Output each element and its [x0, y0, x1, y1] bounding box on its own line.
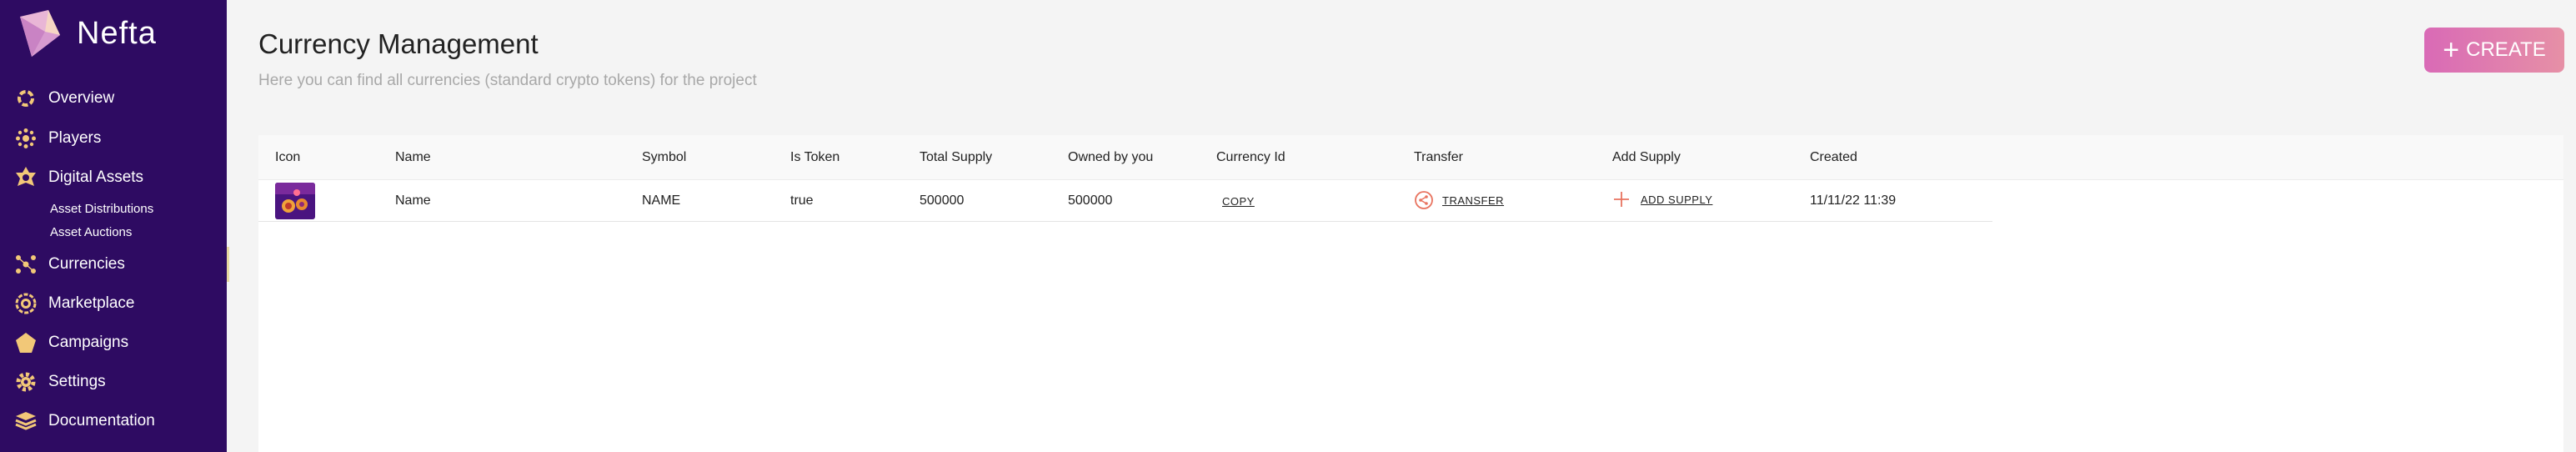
column-header-owned-by-you: Owned by you [1068, 150, 1154, 164]
sidebar-item-currencies[interactable]: Currencies [13, 249, 125, 279]
sidebar: Nefta Overview Players Digital Assets As… [0, 0, 227, 452]
currencies-icon [13, 252, 38, 277]
column-header-total-supply: Total Supply [920, 150, 993, 164]
campaigns-icon [13, 330, 38, 355]
sidebar-item-label: Players [48, 129, 102, 147]
sidebar-item-label: Marketplace [48, 294, 135, 312]
digital-assets-icon [13, 165, 38, 190]
add-supply-link[interactable]: ADD SUPPLY [1612, 190, 1712, 208]
copy-currency-id-link[interactable]: COPY [1222, 195, 1255, 208]
currency-table: Icon Name Symbol Is Token Total Supply O… [258, 135, 2563, 452]
currency-created: 11/11/22 11:39 [1810, 193, 1897, 208]
players-icon [13, 126, 38, 151]
column-header-is-token: Is Token [790, 150, 840, 164]
settings-icon [13, 369, 38, 394]
sidebar-subitem-asset-auctions[interactable]: Asset Auctions [50, 225, 132, 239]
column-header-symbol: Symbol [642, 150, 687, 164]
currency-token-icon [275, 183, 315, 219]
sidebar-item-label: Overview [48, 89, 115, 107]
sidebar-item-label: Documentation [48, 412, 155, 429]
plus-icon [1614, 192, 1629, 207]
sidebar-item-settings[interactable]: Settings [13, 367, 106, 397]
plus-icon: + [2443, 34, 2460, 66]
create-button[interactable]: + CREATE [2424, 28, 2564, 73]
column-header-currency-id: Currency Id [1216, 150, 1285, 164]
table-row[interactable]: Name NAME true 500000 500000 COPY TRANSF… [258, 180, 1992, 222]
currency-is-token: true [790, 193, 814, 208]
sidebar-item-label: Campaigns [48, 334, 129, 351]
sidebar-item-overview[interactable]: Overview [13, 83, 114, 113]
transfer-link[interactable]: TRANSFER [1414, 190, 1504, 210]
column-header-transfer: Transfer [1414, 150, 1463, 164]
documentation-icon [13, 409, 38, 434]
sidebar-item-documentation[interactable]: Documentation [13, 406, 155, 436]
sidebar-subitem-asset-distributions[interactable]: Asset Distributions [50, 202, 153, 216]
marketplace-icon [13, 291, 38, 316]
sidebar-item-digital-assets[interactable]: Digital Assets [13, 163, 143, 193]
currency-name: Name [395, 193, 431, 208]
column-header-add-supply: Add Supply [1612, 150, 1681, 164]
add-supply-label: ADD SUPPLY [1641, 193, 1713, 206]
nefta-logo-icon [20, 10, 60, 57]
column-header-created: Created [1810, 150, 1857, 164]
sidebar-item-label: Digital Assets [48, 168, 144, 186]
page-title: Currency Management [258, 28, 539, 59]
sidebar-item-label: Settings [48, 373, 106, 390]
column-header-icon: Icon [275, 150, 301, 164]
page-subtitle: Here you can find all currencies (standa… [258, 72, 757, 89]
brand-logo[interactable]: Nefta [15, 7, 157, 60]
transfer-icon [1415, 191, 1433, 209]
sidebar-item-label: Currencies [48, 255, 125, 273]
sidebar-item-players[interactable]: Players [13, 123, 101, 153]
sidebar-item-marketplace[interactable]: Marketplace [13, 289, 135, 319]
create-button-label: CREATE [2466, 38, 2546, 61]
currency-total-supply: 500000 [920, 193, 965, 208]
currency-owned-by-you: 500000 [1068, 193, 1113, 208]
table-header: Icon Name Symbol Is Token Total Supply O… [258, 135, 2563, 180]
transfer-label: TRANSFER [1442, 193, 1505, 207]
overview-icon [13, 86, 38, 111]
column-header-name: Name [395, 150, 431, 164]
active-nav-indicator [227, 247, 229, 282]
sidebar-divider [227, 0, 232, 452]
sidebar-item-campaigns[interactable]: Campaigns [13, 328, 128, 358]
currency-symbol: NAME [642, 193, 681, 208]
brand-name: Nefta [77, 15, 157, 51]
